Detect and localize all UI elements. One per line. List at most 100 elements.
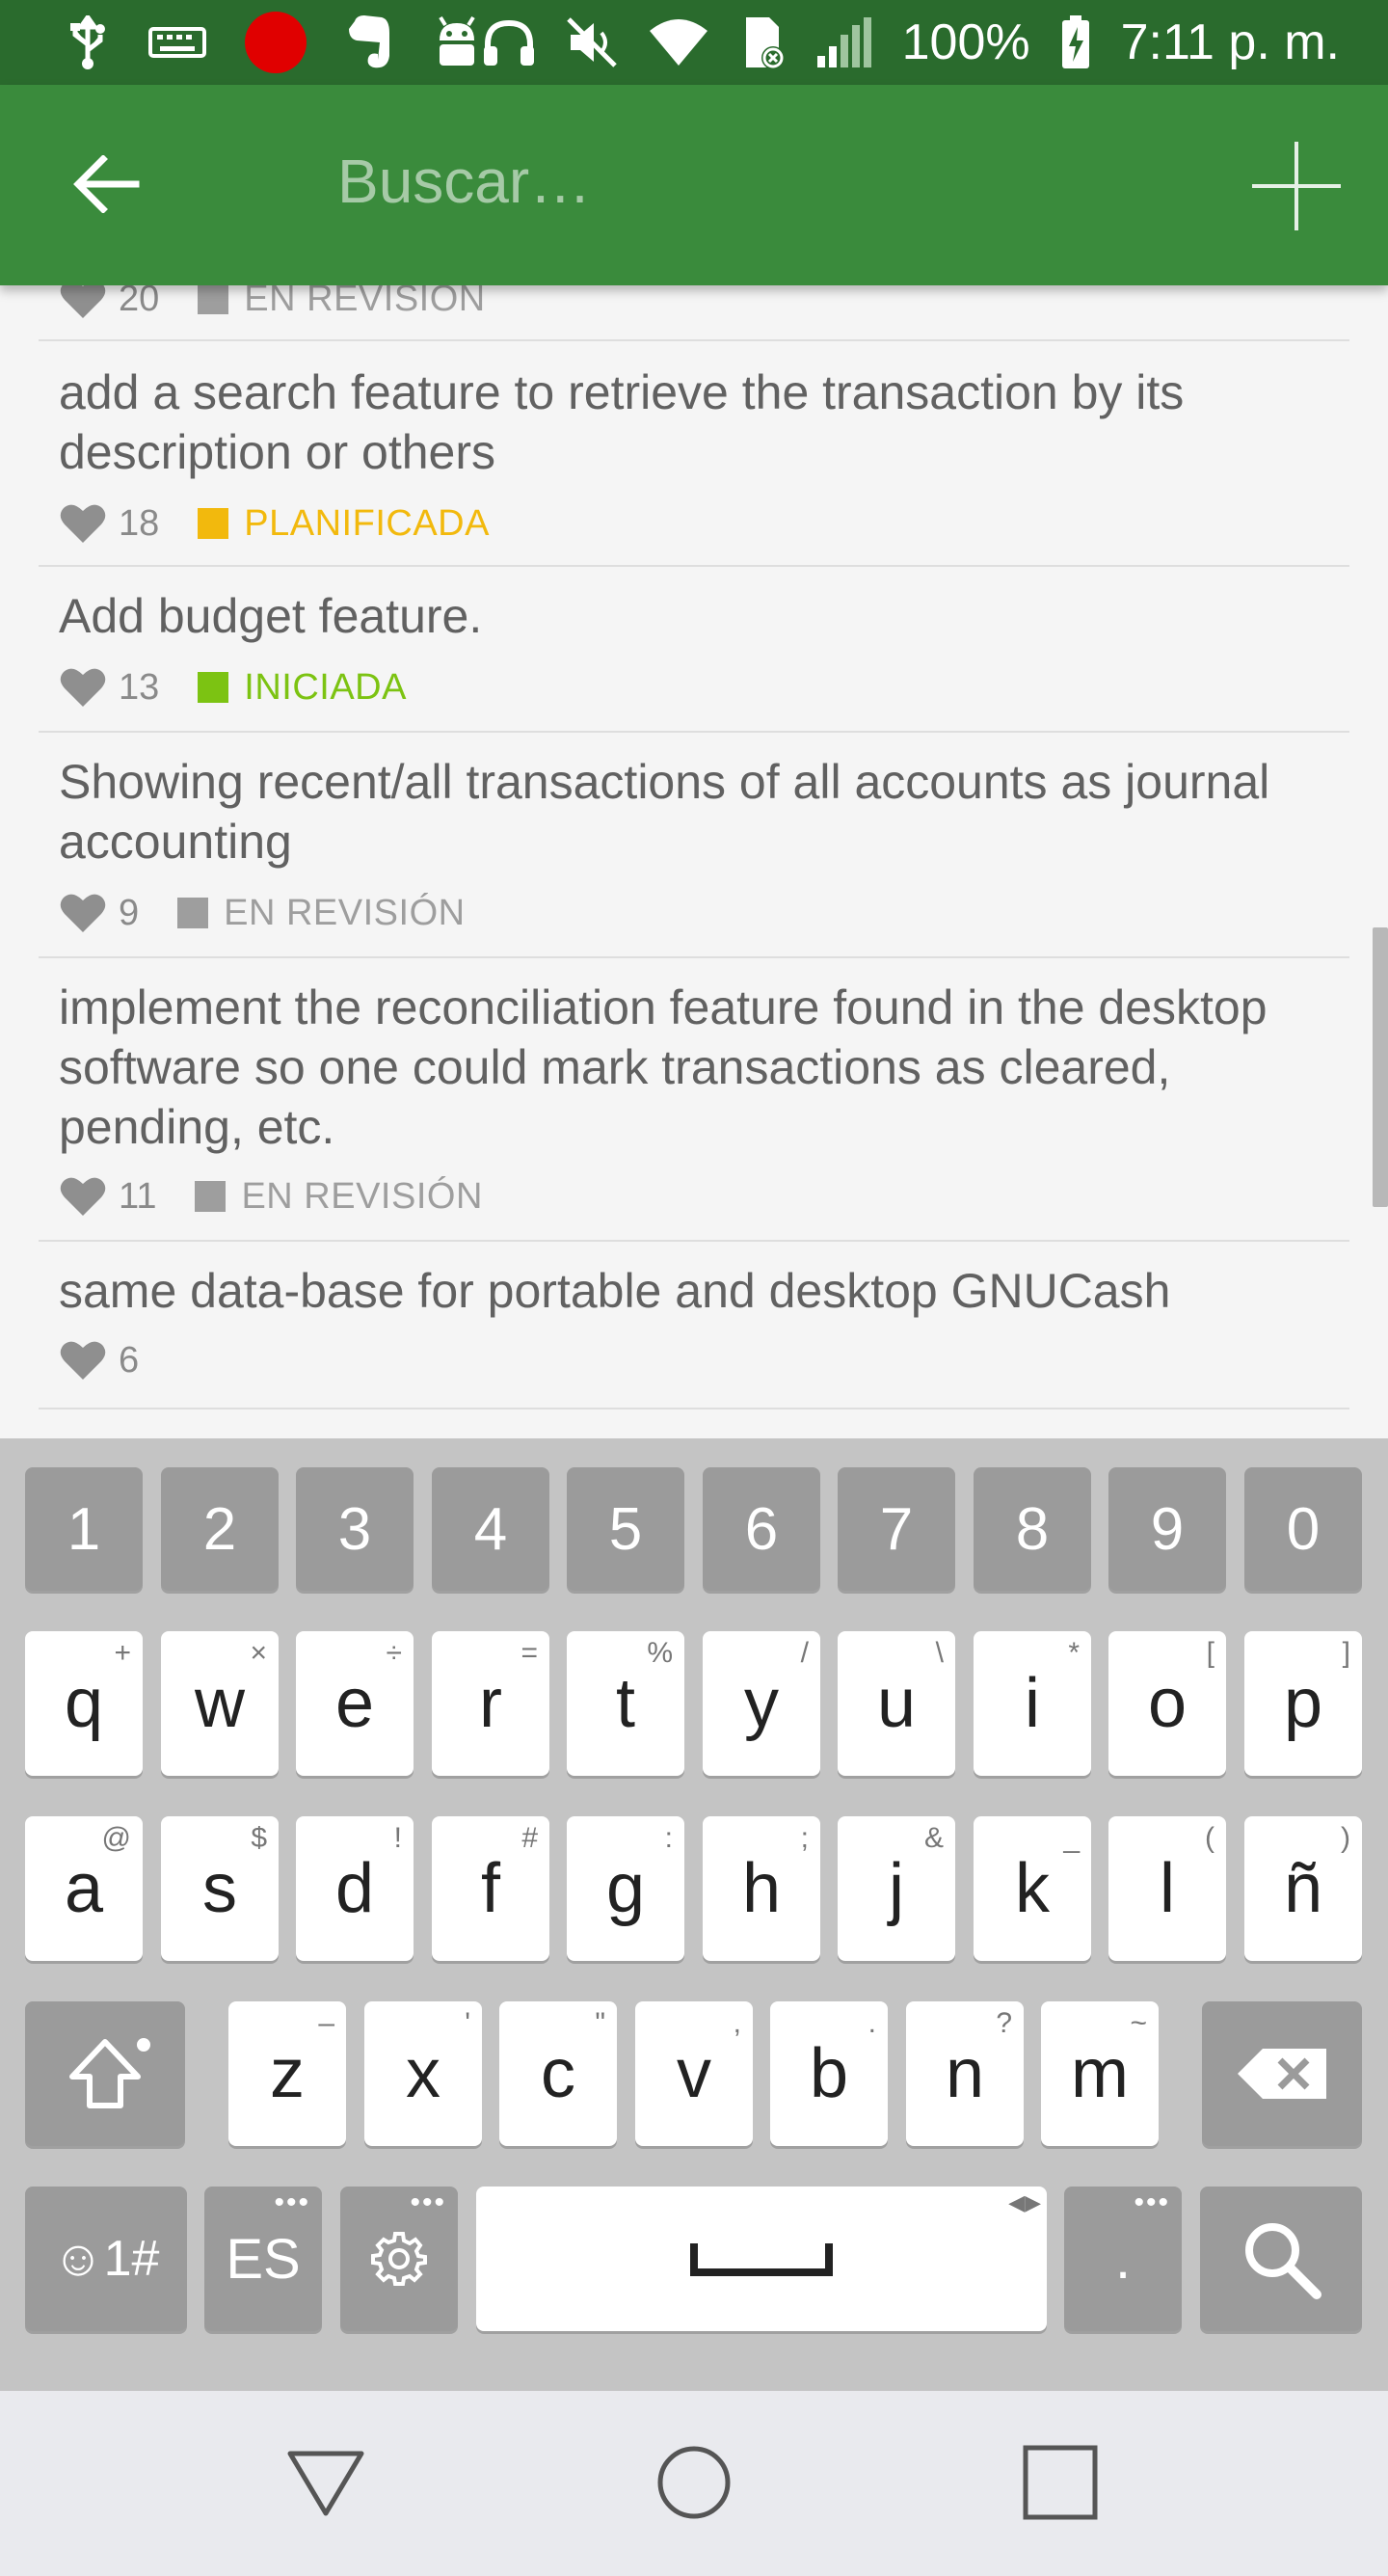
key-r[interactable]: r = — [432, 1631, 549, 1776]
scrollbar[interactable] — [1373, 927, 1388, 1207]
list-item[interactable]: Add budget feature. 13 INICIADA — [39, 567, 1349, 733]
key-s[interactable]: s $ — [161, 1816, 279, 1961]
key-v[interactable]: v, — [635, 2001, 753, 2146]
heart-icon[interactable] — [59, 666, 107, 709]
key-6[interactable]: 6 — [703, 1467, 820, 1591]
wifi-icon — [649, 19, 707, 66]
back-button[interactable] — [58, 141, 154, 228]
plus-icon — [1252, 142, 1341, 230]
key-alt-label: * — [1068, 1637, 1080, 1669]
heart-icon[interactable] — [59, 285, 107, 320]
key-7[interactable]: 7 — [838, 1467, 955, 1591]
list-item[interactable]: implement the reconciliation feature fou… — [39, 958, 1349, 1242]
key-f[interactable]: f # — [432, 1816, 549, 1961]
key-x[interactable]: x ' — [364, 2001, 482, 2146]
status-square — [198, 672, 229, 703]
key-8[interactable]: 8 — [974, 1467, 1091, 1591]
back-nav-button[interactable] — [278, 2439, 374, 2526]
key-label: d — [334, 1850, 375, 1927]
arrow-left-icon — [73, 155, 140, 213]
key-label: b — [809, 2035, 849, 2112]
key-alt-label: % — [647, 1637, 673, 1669]
search-input[interactable] — [337, 133, 1186, 229]
key-9[interactable]: 9 — [1108, 1467, 1226, 1591]
key-m[interactable]: m ~ — [1041, 2001, 1159, 2146]
key-n-tilde[interactable]: ñ) — [1244, 1816, 1362, 1961]
key-1[interactable]: 1 — [25, 1467, 143, 1591]
key-y[interactable]: y / — [703, 1631, 820, 1776]
key-alt-label: , — [733, 2007, 741, 2039]
key-i[interactable]: i * — [974, 1631, 1091, 1776]
key-b[interactable]: b. — [770, 2001, 888, 2146]
heart-icon[interactable] — [59, 892, 107, 934]
clock: 7:11 p. m. — [1120, 14, 1340, 70]
key-a[interactable]: a @ — [25, 1816, 143, 1961]
vote-count: 11 — [119, 1175, 157, 1217]
heart-icon[interactable] — [59, 1175, 107, 1218]
key-q[interactable]: q + — [25, 1631, 143, 1776]
key-alt-label: " — [595, 2007, 605, 2039]
key-label: q — [64, 1665, 104, 1742]
key-alt-label: ~ — [1130, 2007, 1147, 2039]
key-z[interactable]: z – — [228, 2001, 346, 2146]
heart-icon[interactable] — [59, 1339, 107, 1382]
symbols-key[interactable]: ☺1# — [25, 2187, 187, 2331]
key-j[interactable]: j & — [838, 1816, 955, 1961]
settings-key[interactable]: ••• — [340, 2187, 458, 2331]
key-o[interactable]: o[ — [1108, 1631, 1226, 1776]
space-key[interactable]: ◀▶ — [476, 2187, 1047, 2331]
list-item[interactable]: Showing recent/all transactions of all a… — [39, 733, 1349, 958]
list-item[interactable]: same data-base for portable and desktop … — [39, 1242, 1349, 1409]
key-k[interactable]: k _ — [974, 1816, 1091, 1961]
key-p[interactable]: p] — [1244, 1631, 1362, 1776]
key-alt-label: ! — [393, 1822, 402, 1854]
key-n[interactable]: n? — [906, 2001, 1024, 2146]
key-label: v — [677, 2035, 711, 2112]
status-square — [198, 508, 229, 539]
key-2[interactable]: 2 — [161, 1467, 279, 1591]
list-item[interactable]: 20 EN REVISIÓN — [39, 285, 1349, 341]
key-g[interactable]: g: — [567, 1816, 684, 1961]
language-key[interactable]: ES ••• — [204, 2187, 322, 2331]
key-h[interactable]: h; — [703, 1816, 820, 1961]
list-item[interactable]: add a search feature to retrieve the tra… — [39, 341, 1349, 567]
key-alt-label: × — [250, 1637, 267, 1669]
key-4[interactable]: 4 — [432, 1467, 549, 1591]
key-e[interactable]: e ÷ — [296, 1631, 414, 1776]
square-recents-icon — [1023, 2445, 1098, 2520]
item-title: same data-base for portable and desktop … — [59, 1264, 1171, 1318]
backspace-key[interactable] — [1202, 2001, 1362, 2146]
key-3[interactable]: 3 — [296, 1467, 414, 1591]
item-meta: 18 PLANIFICADA — [59, 499, 490, 548]
vote-count: 6 — [119, 1339, 140, 1381]
recents-nav-button[interactable] — [1012, 2439, 1108, 2526]
home-nav-button[interactable] — [646, 2439, 742, 2526]
battery-charging-icon — [1061, 15, 1089, 68]
key-t[interactable]: t% — [567, 1631, 684, 1776]
shift-key[interactable] — [25, 2001, 185, 2146]
key-w[interactable]: w × — [161, 1631, 279, 1776]
vote-count: 13 — [119, 666, 160, 708]
key-alt-label: = — [520, 1637, 538, 1669]
cursor-arrows-icon: ◀▶ — [1008, 2190, 1041, 2214]
heart-icon[interactable] — [59, 502, 107, 545]
status-bar: 100% 7:11 p. m. — [0, 0, 1388, 85]
key-c[interactable]: c " — [499, 2001, 617, 2146]
add-button[interactable] — [1243, 133, 1349, 239]
key-5[interactable]: 5 — [567, 1467, 684, 1591]
key-u[interactable]: u \ — [838, 1631, 955, 1776]
search-key[interactable] — [1200, 2187, 1362, 2331]
triangle-back-icon — [287, 2451, 364, 2516]
circle-home-icon — [657, 2446, 731, 2519]
key-label: e — [334, 1665, 375, 1742]
key-label: k — [1015, 1850, 1050, 1927]
key-0[interactable]: 0 — [1244, 1467, 1362, 1591]
key-alt-label: ( — [1205, 1822, 1214, 1854]
key-alt-label: ' — [465, 2007, 470, 2039]
key-alt-label: \ — [935, 1637, 944, 1669]
suggestion-list: 20 EN REVISIÓN add a search feature to r… — [0, 285, 1388, 1438]
key-l[interactable]: l( — [1108, 1816, 1226, 1961]
period-key[interactable]: . ••• — [1064, 2187, 1182, 2331]
key-d[interactable]: d! — [296, 1816, 414, 1961]
keyboard: 1 2 3 4 5 6 7 8 9 0 q + w × e ÷ r = t% y / u \… — [0, 1438, 1388, 2391]
